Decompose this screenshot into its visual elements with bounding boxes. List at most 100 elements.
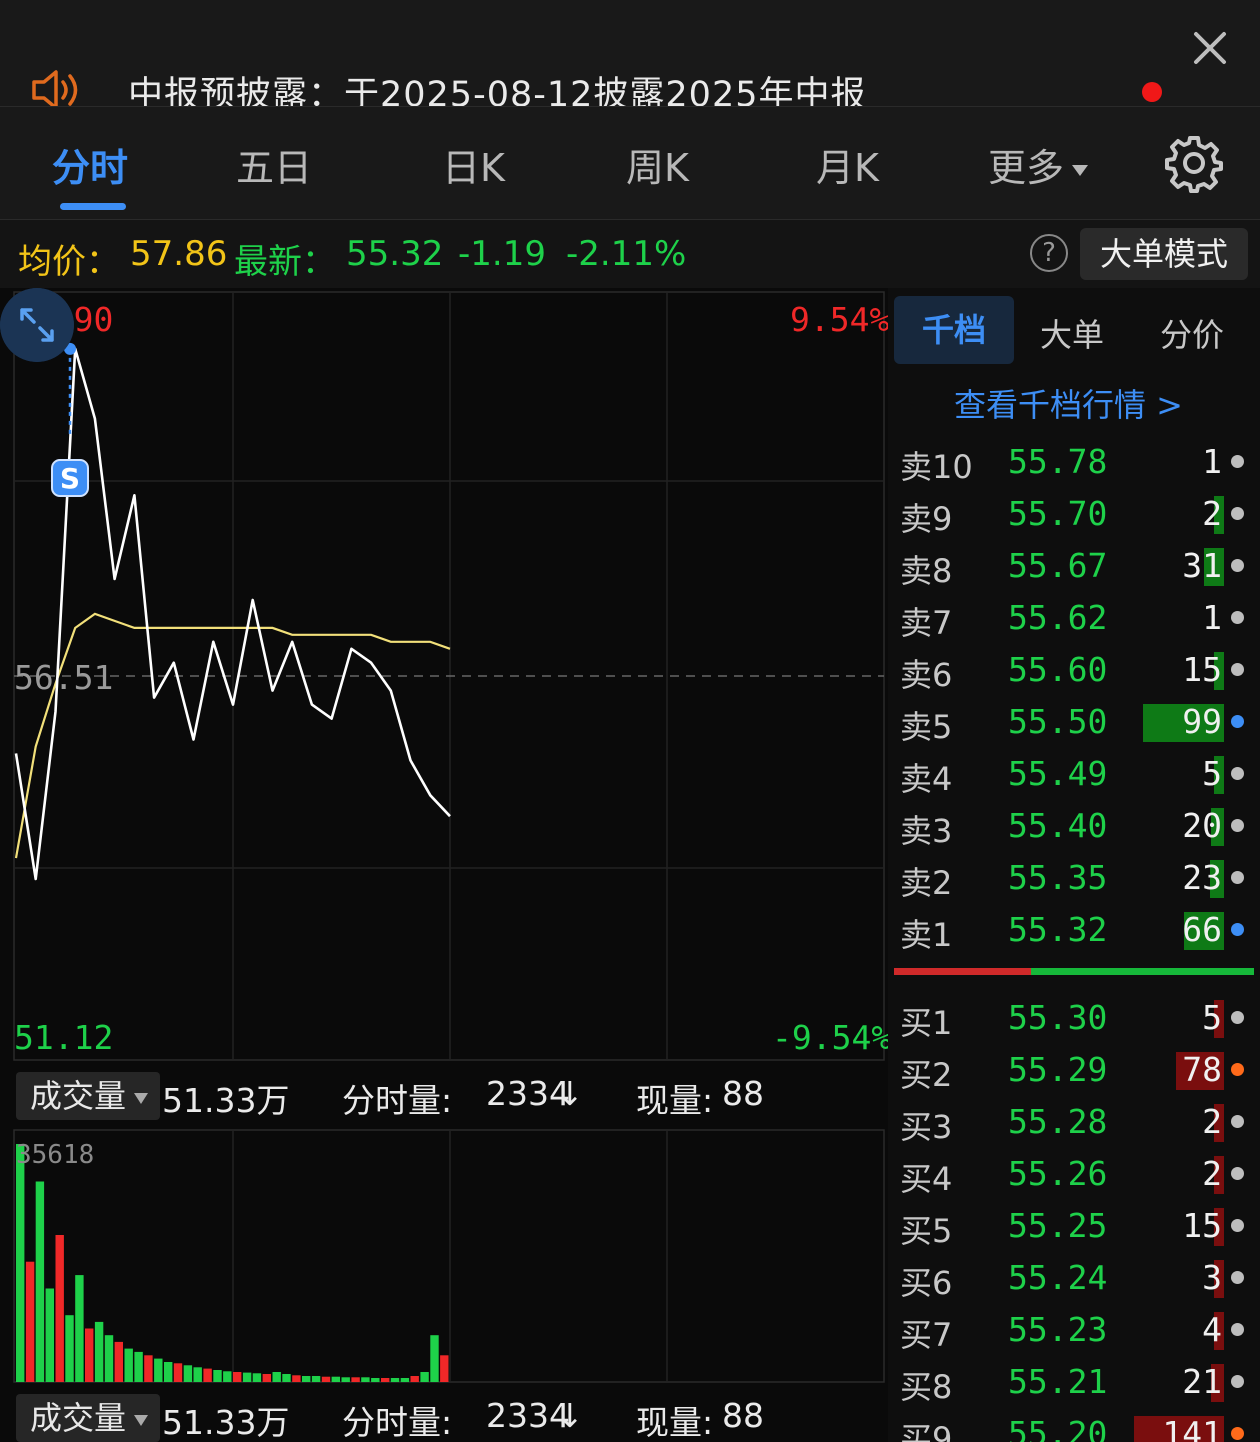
ask-level-label: 卖9 [900,500,953,538]
volume-bar [272,1372,281,1382]
bid-row[interactable]: 买7 55.23 4 [888,1304,1260,1356]
bid-row[interactable]: 买8 55.21 21 [888,1356,1260,1408]
ask-ratio-segment [1031,968,1254,975]
bid-row[interactable]: 买6 55.24 3 [888,1252,1260,1304]
ask-price: 55.70 [1008,494,1108,533]
indicator-selector[interactable]: 成交量 [16,1072,160,1120]
volume-bar [144,1355,153,1382]
current-volume-label: 现量: [636,1081,714,1120]
bid-quantity: 21 [1182,1362,1222,1401]
view-thousand-levels-link[interactable]: 查看千档行情 > [954,380,1183,426]
y-axis-low: 51.12 [14,1018,114,1057]
tab-daily-k[interactable]: 日K [442,137,505,192]
current-volume-value: 88 [722,1074,764,1113]
ask-row[interactable]: 卖2 55.35 23 [888,852,1260,904]
bid-indicator-dot [1231,1115,1244,1128]
close-icon[interactable] [1186,24,1234,72]
order-book-panel: 千档 大单 分价 查看千档行情 > 卖10 55.78 1 卖9 55.70 2 卖8 55.… [888,288,1260,1442]
time-volume-label: 分时量: [342,1403,453,1442]
help-icon[interactable]: ? [1030,234,1068,272]
tab-price-distribution[interactable]: 分价 [1160,310,1224,356]
chevron-down-icon [1072,165,1089,176]
intraday-chart[interactable]: S 61.90 9.54% 56.51 51.12 -9.54% 35618 成… [0,288,891,1442]
volume-bar [25,1261,35,1382]
ask-row[interactable]: 卖5 55.50 99 [888,696,1260,748]
bid-quantity: 2 [1202,1102,1222,1141]
ask-row[interactable]: 卖7 55.62 1 [888,592,1260,644]
ask-quantity: 15 [1182,650,1222,689]
volume-bar [311,1376,321,1382]
down-arrow-icon: ↓ [556,1074,584,1113]
ask-row[interactable]: 卖1 55.32 66 [888,904,1260,956]
bid-row[interactable]: 买5 55.25 15 [888,1200,1260,1252]
bid-level-label: 买7 [900,1316,953,1354]
bid-row[interactable]: 买1 55.30 5 [888,992,1260,1044]
bid-quantity: 141 [1162,1414,1222,1442]
bid-price: 55.30 [1008,998,1108,1037]
indicator-selector-label: 成交量 [30,1399,127,1437]
volume-bar [302,1376,311,1382]
ask-price: 55.67 [1008,546,1108,585]
bid-quantity: 2 [1202,1154,1222,1193]
volume-bar [440,1355,449,1382]
gear-icon[interactable] [1164,133,1224,193]
bid-quantity: 15 [1182,1206,1222,1245]
ask-price: 55.40 [1008,806,1108,845]
bid-quantity: 4 [1202,1310,1222,1349]
big-order-mode-button[interactable]: 大单模式 [1080,228,1248,280]
bid-ask-ratio-bar [894,968,1254,975]
ask-quantity: 99 [1182,702,1222,741]
bid-price: 55.23 [1008,1310,1108,1349]
price-change-pct: -2.11% [566,234,687,274]
bid-row[interactable]: 买2 55.29 78 [888,1044,1260,1096]
chart-canvas: S [13,291,885,1383]
indicator-selector-secondary[interactable]: 成交量 [16,1394,160,1442]
bid-row[interactable]: 买9 55.20 141 [888,1408,1260,1442]
tab-monthly-k[interactable]: 月K [816,137,879,192]
bid-row[interactable]: 买4 55.26 2 [888,1148,1260,1200]
chevron-down-icon [134,1092,149,1104]
ask-row[interactable]: 卖8 55.67 31 [888,540,1260,592]
bid-row[interactable]: 买3 55.28 2 [888,1096,1260,1148]
ask-indicator-dot [1231,871,1244,884]
bid-ratio-segment [894,968,1031,975]
tab-more[interactable]: 更多 [988,137,1089,192]
ask-row[interactable]: 卖4 55.49 5 [888,748,1260,800]
ask-row[interactable]: 卖9 55.70 2 [888,488,1260,540]
volume-bar [361,1377,370,1382]
volume-bar [252,1373,262,1382]
volume-bar [223,1371,232,1382]
ask-level-label: 卖10 [900,448,973,486]
tab-five-day[interactable]: 五日 [236,137,312,192]
bid-indicator-dot [1231,1427,1244,1440]
volume-bar [242,1372,252,1382]
ask-price: 55.50 [1008,702,1108,741]
volume-bar [262,1374,271,1382]
volume-bar [104,1335,114,1382]
ask-row[interactable]: 卖10 55.78 1 [888,436,1260,488]
ask-indicator-dot [1231,819,1244,832]
volume-bar [154,1358,163,1382]
ask-row[interactable]: 卖3 55.40 20 [888,800,1260,852]
latest-price-value: 55.32 [346,234,444,274]
bid-level-label: 买9 [900,1420,953,1442]
volume-info-bar-secondary: 成交量 51.33万 分时量: 2334 ↓ 现量: 88 [16,1394,886,1442]
volume-bar [85,1328,94,1382]
volume-bar [292,1375,301,1382]
volume-bar [134,1351,143,1382]
ask-level-label: 卖2 [900,864,953,902]
tab-big-orders[interactable]: 大单 [1040,310,1104,356]
ask-row[interactable]: 卖6 55.60 15 [888,644,1260,696]
tab-intraday[interactable]: 分时 [52,137,128,192]
tab-weekly-k[interactable]: 周K [626,137,689,192]
bid-indicator-dot [1231,1011,1244,1024]
ask-quantity: 31 [1182,546,1222,585]
notice-bar[interactable]: 中报预披露：于2025-08-12披露2025年中报 [0,0,1260,115]
ask-quantity: 20 [1182,806,1222,845]
volume-bar [124,1348,133,1382]
tab-thousand-levels[interactable]: 千档 [894,296,1014,364]
volume-bar [193,1367,202,1382]
fullscreen-icon[interactable] [0,288,74,362]
ask-indicator-dot [1231,611,1244,624]
volume-bar [55,1235,64,1382]
